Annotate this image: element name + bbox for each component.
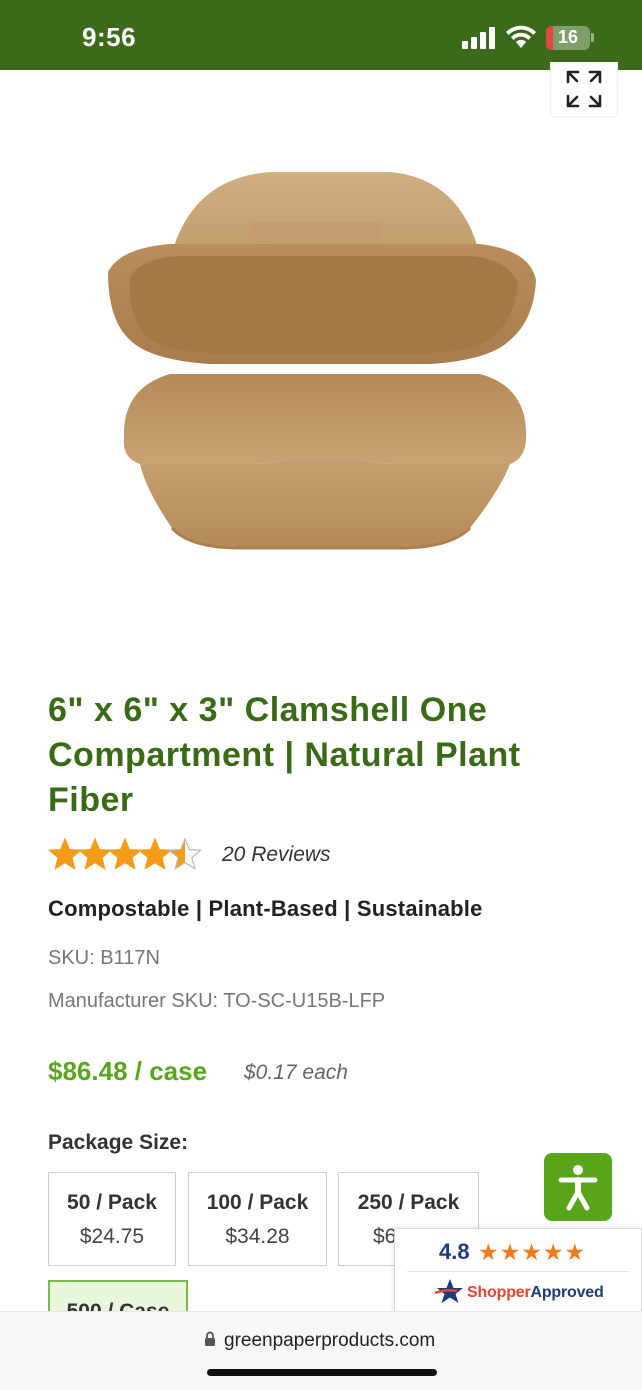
badge-divider bbox=[407, 1271, 629, 1272]
product-title: 6" x 6" x 3" Clamshell One Compartment |… bbox=[48, 691, 521, 819]
cellular-signal-icon bbox=[462, 27, 496, 49]
status-bar: 9:56 16 bbox=[0, 0, 642, 70]
shopper-approved-badge[interactable]: 4.8 ★★★★★ ShopperApproved bbox=[394, 1228, 642, 1312]
shopper-approved-rating: 4.8 bbox=[439, 1239, 470, 1264]
url-text: greenpaperproducts.com bbox=[224, 1330, 436, 1351]
unit-price: $0.17 each bbox=[244, 1061, 348, 1084]
accessibility-button[interactable] bbox=[544, 1153, 612, 1221]
battery-level: 16 bbox=[557, 27, 579, 47]
brand-shopper: Shopper bbox=[467, 1284, 531, 1301]
home-indicator[interactable] bbox=[207, 1369, 437, 1376]
manufacturer-sku: Manufacturer SKU: TO-SC-U15B-LFP bbox=[48, 990, 386, 1012]
expand-icon bbox=[566, 70, 602, 108]
shopper-approved-star-icon bbox=[435, 1279, 463, 1303]
package-size-label: Package Size: bbox=[48, 1131, 189, 1154]
star-icon bbox=[48, 838, 82, 870]
star-icon bbox=[168, 838, 202, 870]
package-option-price: $34.28 bbox=[225, 1225, 290, 1248]
sku: SKU: B117N bbox=[48, 947, 160, 969]
star-icon bbox=[78, 838, 112, 870]
package-option-name: 100 / Pack bbox=[206, 1191, 309, 1214]
browser-url-bar[interactable]: greenpaperproducts.com bbox=[0, 1311, 642, 1390]
battery-tip bbox=[591, 33, 594, 42]
star-icon bbox=[108, 838, 142, 870]
package-option-50-pack[interactable]: 50 / Pack $24.75 bbox=[48, 1172, 176, 1266]
package-option-name: 250 / Pack bbox=[357, 1191, 460, 1214]
case-price: $86.48 / case bbox=[48, 1056, 208, 1086]
product-tagline: Compostable | Plant-Based | Sustainable bbox=[48, 896, 483, 921]
shopper-approved-logo: ShopperApproved bbox=[467, 1284, 604, 1302]
brand-approved: Approved bbox=[530, 1284, 604, 1301]
battery-icon: 16 bbox=[546, 26, 590, 50]
reviews-link[interactable]: 20 Reviews bbox=[222, 843, 331, 867]
product-image[interactable] bbox=[100, 160, 540, 560]
package-option-name: 50 / Pack bbox=[67, 1191, 157, 1214]
wifi-icon bbox=[506, 25, 536, 48]
star-icon bbox=[138, 838, 172, 870]
lock-icon bbox=[205, 1331, 215, 1346]
accessibility-icon bbox=[558, 1165, 598, 1211]
expand-image-button[interactable] bbox=[550, 62, 618, 117]
shopper-approved-stars: ★★★★★ bbox=[478, 1239, 587, 1265]
status-time: 9:56 bbox=[82, 22, 137, 52]
package-option-price: $24.75 bbox=[79, 1225, 145, 1248]
package-option-100-pack[interactable]: 100 / Pack $34.28 bbox=[188, 1172, 327, 1266]
